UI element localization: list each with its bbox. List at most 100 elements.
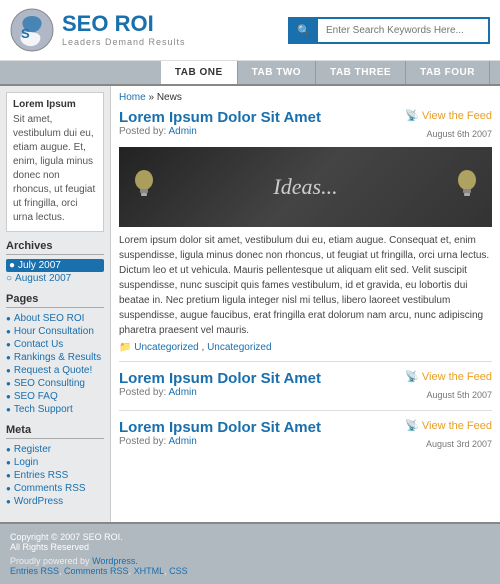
meta-login[interactable]: ●Login	[6, 456, 104, 469]
post-3: Lorem Ipsum Dolor Sit Amet 📡 View the Fe…	[119, 419, 492, 459]
post-1-title[interactable]: Lorem Ipsum Dolor Sit Amet	[119, 109, 321, 126]
bullet-icon: ●	[9, 260, 15, 271]
sidebar-featured-text: Sit amet, vestibulum dui eu, etiam augue…	[13, 113, 97, 225]
post-2-title[interactable]: Lorem Ipsum Dolor Sit Amet	[119, 370, 321, 387]
sidebar-featured-box: Lorem Ipsum Sit amet, vestibulum dui eu,…	[6, 92, 104, 232]
post-1: Lorem Ipsum Dolor Sit Amet 📡 View the Fe…	[119, 109, 492, 362]
post-1-body: Lorem ipsum dolor sit amet, vestibulum d…	[119, 233, 492, 338]
main-area: Lorem Ipsum Sit amet, vestibulum dui eu,…	[0, 86, 500, 522]
logo-seo: SEO	[62, 11, 108, 36]
post-1-cats: 📁 Uncategorized , Uncategorized	[119, 342, 492, 353]
footer-wordpress-link[interactable]: Wordpress.	[92, 556, 138, 566]
ideas-image: Ideas...	[119, 147, 492, 227]
sidebar-pages: Pages ●About SEO ROI ●Hour Consultation …	[6, 293, 104, 416]
logo-title: SEO ROI	[62, 13, 186, 35]
meta-register[interactable]: ●Register	[6, 443, 104, 456]
post-3-meta: Posted by: Admin	[119, 436, 197, 447]
svg-text:S: S	[21, 26, 30, 41]
page-tech[interactable]: ●Tech Support	[6, 403, 104, 416]
post-1-cat1[interactable]: Uncategorized	[134, 342, 198, 353]
logo-text: SEO ROI Leaders Demand Results	[62, 13, 186, 47]
breadcrumb: Home » News	[119, 92, 492, 103]
post-3-feed[interactable]: 📡 View the Feed	[405, 419, 492, 432]
rss-icon: 📡	[405, 109, 419, 122]
dot-icon: ●	[6, 327, 11, 336]
meta-comments-rss[interactable]: ●Comments RSS	[6, 482, 104, 495]
dot-icon: ●	[6, 366, 11, 375]
dot-icon: ●	[6, 471, 11, 480]
cat-icon: 📁	[119, 342, 131, 353]
post-3-date: August 3rd 2007	[426, 439, 492, 449]
post-2: Lorem Ipsum Dolor Sit Amet 📡 View the Fe…	[119, 370, 492, 411]
page-hour[interactable]: ●Hour Consultation	[6, 325, 104, 338]
search-icon: 🔍	[297, 25, 311, 37]
breadcrumb-current: News	[157, 92, 182, 103]
post-2-feed-label: View the Feed	[422, 371, 492, 383]
archive-july[interactable]: ● July 2007	[6, 259, 104, 272]
post-2-author[interactable]: Admin	[169, 387, 197, 398]
logo-icon: S	[10, 8, 54, 52]
search-bar: 🔍	[288, 17, 490, 44]
post-3-feed-label: View the Feed	[422, 420, 492, 432]
dot-icon: ●	[6, 314, 11, 323]
page-seo-faq[interactable]: ●SEO FAQ	[6, 390, 104, 403]
pages-title: Pages	[6, 293, 104, 308]
tab-three[interactable]: TAB THREE	[316, 61, 406, 84]
tab-two[interactable]: TAB TWO	[238, 61, 316, 84]
dot-icon: ●	[6, 405, 11, 414]
page-rankings[interactable]: ●Rankings & Results	[6, 351, 104, 364]
dot-icon: ●	[6, 484, 11, 493]
page-about[interactable]: ●About SEO ROI	[6, 312, 104, 325]
dot-icon: ●	[6, 458, 11, 467]
post-2-meta: Posted by: Admin	[119, 387, 197, 398]
rss-icon-3: 📡	[405, 419, 419, 432]
post-3-author[interactable]: Admin	[169, 436, 197, 447]
footer-powered: Proudly powered by Wordpress. Entries RS…	[10, 556, 490, 576]
post-3-title[interactable]: Lorem Ipsum Dolor Sit Amet	[119, 419, 321, 436]
footer-css[interactable]: CSS	[169, 566, 188, 576]
footer: Copyright © 2007 SEO ROI. All Rights Res…	[0, 522, 500, 584]
dot-icon: ●	[6, 353, 11, 362]
footer-copyright: Copyright © 2007 SEO ROI. All Rights Res…	[10, 532, 490, 552]
header: S SEO ROI Leaders Demand Results 🔍	[0, 0, 500, 61]
sidebar: Lorem Ipsum Sit amet, vestibulum dui eu,…	[0, 86, 110, 522]
footer-comments-rss[interactable]: Comments RSS	[64, 566, 129, 576]
logo-roi: ROI	[108, 11, 153, 36]
logo-subtitle: Leaders Demand Results	[62, 37, 186, 47]
footer-entries-rss[interactable]: Entries RSS	[10, 566, 59, 576]
tab-four[interactable]: TAB FOUR	[406, 61, 490, 84]
tab-one[interactable]: TAB ONE	[161, 61, 238, 84]
bulb-right-icon	[452, 167, 482, 207]
bulb-left-icon	[129, 167, 159, 207]
page-quote[interactable]: ●Request a Quote!	[6, 364, 104, 377]
sidebar-meta: Meta ●Register ●Login ●Entries RSS ●Comm…	[6, 424, 104, 508]
meta-title: Meta	[6, 424, 104, 439]
meta-entries-rss[interactable]: ●Entries RSS	[6, 469, 104, 482]
dot-icon: ●	[6, 445, 11, 454]
post-1-feed-label: View the Feed	[422, 110, 492, 122]
logo-area: S SEO ROI Leaders Demand Results	[10, 8, 186, 52]
archive-august[interactable]: ○ August 2007	[6, 272, 104, 285]
content-area: Home » News Lorem Ipsum Dolor Sit Amet 📡…	[110, 86, 500, 522]
bullet-icon-aug: ○	[6, 273, 12, 284]
search-input[interactable]	[318, 21, 488, 40]
nav-tabs: TAB ONE TAB TWO TAB THREE TAB FOUR	[0, 61, 500, 86]
ideas-text: Ideas...	[273, 174, 337, 200]
post-2-feed[interactable]: 📡 View the Feed	[405, 370, 492, 383]
post-1-cat2[interactable]: Uncategorized	[207, 342, 271, 353]
page-contact[interactable]: ●Contact Us	[6, 338, 104, 351]
sidebar-archives: Archives ● July 2007 ○ August 2007	[6, 240, 104, 285]
post-1-author[interactable]: Admin	[169, 126, 197, 137]
search-button[interactable]: 🔍	[290, 19, 318, 42]
archive-july-label: July 2007	[18, 260, 61, 271]
breadcrumb-home[interactable]: Home	[119, 92, 146, 103]
post-1-date: August 6th 2007	[426, 129, 492, 139]
archive-august-label: August 2007	[15, 273, 71, 284]
meta-wordpress[interactable]: ●WordPress	[6, 495, 104, 508]
page-seo-consulting[interactable]: ●SEO Consulting	[6, 377, 104, 390]
dot-icon: ●	[6, 379, 11, 388]
footer-xhtml[interactable]: XHTML	[134, 566, 165, 576]
dot-icon: ●	[6, 497, 11, 506]
post-1-feed[interactable]: 📡 View the Feed	[405, 109, 492, 122]
archives-title: Archives	[6, 240, 104, 255]
